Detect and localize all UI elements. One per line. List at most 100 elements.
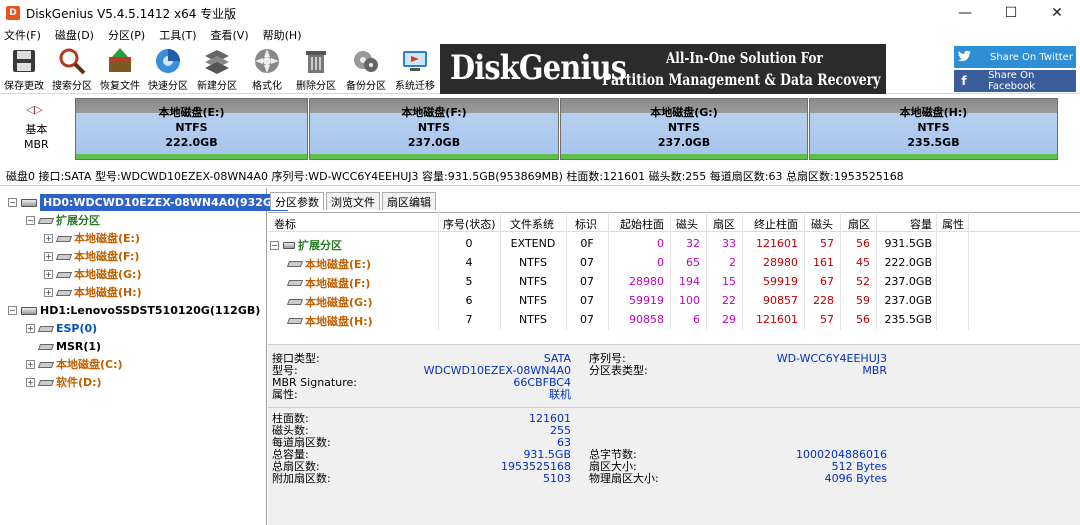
diskmap-partition-f[interactable]: 本地磁盘(F:) NTFS 237.0GB — [309, 98, 559, 160]
system-migration-button[interactable]: 系统迁移 — [391, 46, 439, 92]
cell-end-sector: 52 — [856, 275, 870, 288]
cell-id: 07 — [580, 313, 594, 326]
tree-item-hd1[interactable]: − HD1:LenovoSSDST510120G(112GB) — [8, 302, 260, 319]
backup-partition-button[interactable]: 备份分区 — [342, 46, 390, 92]
col-end-head[interactable]: 磁头 — [811, 216, 833, 232]
cell-start-head: 65 — [686, 256, 700, 269]
disk-type-label: 基本 MBR — [24, 122, 49, 152]
menu-view[interactable]: 查看(V) — [211, 27, 249, 43]
share-twitter-button[interactable]: Share On Twitter — [954, 46, 1076, 68]
new-partition-button[interactable]: 新建分区 — [193, 46, 241, 92]
collapse-icon[interactable]: − — [26, 216, 35, 225]
tree-item-hd0[interactable]: − HD0:WDCWD10EZEX-08WN4A0(932GB) — [8, 194, 289, 211]
cell-end-sector: 45 — [856, 256, 870, 269]
col-index[interactable]: 序号(状态) — [443, 216, 496, 232]
tree-item-e[interactable]: + 本地磁盘(E:) — [44, 230, 140, 247]
product-banner: DiskGenius All-In-One Solution For Parti… — [440, 44, 886, 94]
col-fs[interactable]: 文件系统 — [510, 216, 554, 232]
tree-item-h[interactable]: + 本地磁盘(H:) — [44, 284, 142, 301]
hard-disk-icon — [21, 306, 37, 315]
search-partition-button[interactable]: 搜索分区 — [48, 46, 96, 92]
right-panel: 分区参数 浏览文件 扇区编辑 卷标 序号(状态) 文件系统 标识 起始柱面 磁头… — [268, 188, 1080, 525]
tab-browse-files[interactable]: 浏览文件 — [326, 192, 380, 210]
cell-fs: NTFS — [518, 313, 548, 326]
collapse-icon[interactable]: − — [8, 198, 17, 207]
cell-end-cyl: 121601 — [756, 237, 798, 250]
diskmap-partition-h[interactable]: 本地磁盘(H:) NTFS 235.5GB — [809, 98, 1058, 160]
cell-start-head: 194 — [679, 275, 700, 288]
expand-icon[interactable]: + — [44, 234, 53, 243]
delete-partition-button[interactable]: 删除分区 — [292, 46, 340, 92]
diskmap-partition-fs: NTFS — [917, 121, 950, 134]
col-start-cyl[interactable]: 起始柱面 — [620, 216, 664, 232]
tree-item-extended-label: 扩展分区 — [56, 214, 100, 227]
cell-end-cyl: 28980 — [763, 256, 798, 269]
menu-file[interactable]: 文件(F) — [4, 27, 41, 43]
minimize-button[interactable]: — — [942, 0, 988, 26]
diskmap-partition-fs: NTFS — [175, 121, 208, 134]
table-row[interactable]: − 扩展分区 0 EXTEND 0F 0 32 33 121601 57 56 9… — [268, 234, 1080, 253]
col-start-sector[interactable]: 扇区 — [713, 216, 735, 232]
cell-start-cyl: 90858 — [629, 313, 664, 326]
col-end-sector[interactable]: 扇区 — [848, 216, 870, 232]
tab-sector-edit[interactable]: 扇区编辑 — [382, 192, 436, 210]
col-capacity[interactable]: 容量 — [910, 216, 932, 232]
col-start-head[interactable]: 磁头 — [676, 216, 698, 232]
tree-item-label: 本地磁盘(C:) — [56, 358, 123, 371]
cell-end-cyl: 59919 — [763, 275, 798, 288]
quick-partition-button[interactable]: 快速分区 — [144, 46, 192, 92]
tree-item-c[interactable]: + 本地磁盘(C:) — [26, 356, 123, 373]
disk-map: ◁▷ 基本 MBR 本地磁盘(E:) NTFS 222.0GB 本地磁盘(F:)… — [0, 94, 1080, 168]
tree-item-extended[interactable]: − 扩展分区 — [26, 212, 100, 229]
menu-help[interactable]: 帮助(H) — [263, 27, 302, 43]
tree-item-msr[interactable]: MSR(1) — [37, 338, 101, 355]
new-partition-icon — [202, 46, 232, 75]
cell-name: 本地磁盘(F:) — [305, 277, 371, 290]
collapse-icon[interactable]: − — [8, 306, 17, 315]
expand-icon[interactable]: + — [44, 288, 53, 297]
table-row[interactable]: 本地磁盘(G:) 6 NTFS 07 59919 100 22 90857 22… — [268, 291, 1080, 310]
collapse-icon[interactable]: − — [270, 240, 279, 250]
disk-info-line: 磁盘0 接口:SATA 型号:WDCWD10EZEX-08WN4A0 序列号:W… — [0, 168, 1080, 186]
save-changes-button[interactable]: 保存更改 — [0, 46, 48, 92]
expand-icon[interactable]: + — [26, 324, 35, 333]
diskmap-partition-size: 237.0GB — [657, 136, 711, 149]
maximize-button[interactable]: ☐ — [988, 0, 1034, 26]
tree-item-g[interactable]: + 本地磁盘(G:) — [44, 266, 141, 283]
table-header: 卷标 序号(状态) 文件系统 标识 起始柱面 磁头 扇区 终止柱面 磁头 扇区 … — [268, 212, 1080, 232]
diskmap-partition-g[interactable]: 本地磁盘(G:) NTFS 237.0GB — [560, 98, 808, 160]
recover-files-button[interactable]: 恢复文件 — [96, 46, 144, 92]
col-id[interactable]: 标识 — [575, 216, 597, 232]
menu-disk[interactable]: 磁盘(D) — [55, 27, 94, 43]
tree-item-esp[interactable]: + ESP(0) — [26, 320, 97, 337]
close-button[interactable]: ✕ — [1034, 0, 1080, 26]
format-button[interactable]: 格式化 — [243, 46, 291, 92]
table-row[interactable]: 本地磁盘(E:) 4 NTFS 07 0 65 2 28980 161 45 2… — [268, 253, 1080, 272]
tree-item-d[interactable]: + 软件(D:) — [26, 374, 102, 391]
expand-icon[interactable]: + — [26, 378, 35, 387]
facebook-icon: f — [961, 74, 967, 88]
format-label: 格式化 — [252, 81, 282, 92]
menu-partition[interactable]: 分区(P) — [108, 27, 145, 43]
expand-icon[interactable]: + — [44, 252, 53, 261]
cell-start-sector: 33 — [722, 237, 736, 250]
tab-partition-params[interactable]: 分区参数 — [270, 192, 324, 210]
cell-idx: 0 — [465, 237, 473, 250]
diskmap-partition-e[interactable]: 本地磁盘(E:) NTFS 222.0GB — [75, 98, 308, 160]
tree-item-f[interactable]: + 本地磁盘(F:) — [44, 248, 139, 265]
disk-nav-arrows[interactable]: ◁▷ — [26, 103, 43, 116]
diskmap-partition-name: 本地磁盘(E:) — [158, 106, 225, 119]
cell-start-head: 100 — [679, 294, 700, 307]
expand-icon[interactable]: + — [44, 270, 53, 279]
cell-end-cyl: 90857 — [763, 294, 798, 307]
next-disk-icon[interactable]: ▷ — [34, 103, 42, 116]
table-row[interactable]: 本地磁盘(F:) 5 NTFS 07 28980 194 15 59919 67… — [268, 272, 1080, 291]
cell-end-cyl: 121601 — [756, 313, 798, 326]
table-row[interactable]: 本地磁盘(H:) 7 NTFS 07 90858 6 29 121601 57 … — [268, 310, 1080, 329]
share-facebook-button[interactable]: f Share On Facebook — [954, 70, 1076, 92]
col-volume[interactable]: 卷标 — [274, 216, 296, 232]
col-attr[interactable]: 属性 — [942, 216, 964, 232]
expand-icon[interactable]: + — [26, 360, 35, 369]
col-end-cyl[interactable]: 终止柱面 — [754, 216, 798, 232]
menu-tools[interactable]: 工具(T) — [159, 27, 196, 43]
